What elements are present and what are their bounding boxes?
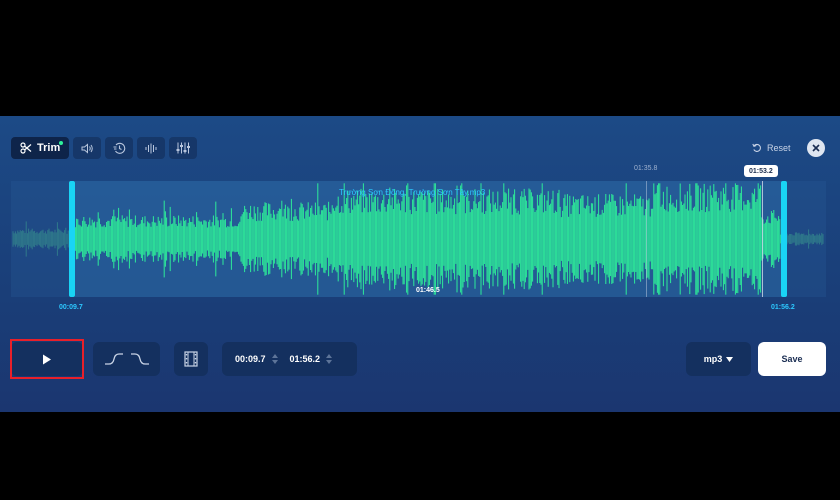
fade-controls [93, 342, 160, 376]
play-button-highlight [10, 339, 84, 379]
trim-time-inputs: 00:09.7 01:56.2 [222, 342, 357, 376]
split-button[interactable] [174, 342, 208, 376]
tool-trim[interactable]: Trim [11, 137, 70, 159]
volume-icon [81, 142, 93, 154]
file-name: Trường Sơn Đông, Trường Sơn Tây.mp3 [339, 188, 486, 197]
fade-out-icon[interactable] [130, 352, 150, 366]
end-time-label: 01:56.2 [771, 304, 795, 311]
format-value: mp3 [703, 354, 723, 364]
trim-start-handle[interactable] [69, 181, 75, 297]
tool-trim-label: Trim [37, 142, 61, 154]
film-strip-icon [184, 351, 198, 367]
active-dot [59, 141, 64, 145]
tool-equalizer[interactable] [137, 137, 166, 159]
selection-duration: 01:46.5 [416, 287, 440, 294]
close-button[interactable] [807, 139, 825, 157]
close-icon [812, 144, 820, 152]
reset-button[interactable]: Reset [752, 143, 791, 153]
waveform [12, 183, 824, 295]
cursor-time: 01:35.8 [634, 165, 658, 172]
start-time-label: 00:09.7 [59, 304, 83, 311]
start-time-stepper[interactable] [271, 354, 278, 364]
reset-label: Reset [767, 143, 791, 153]
end-down-arrow-icon[interactable] [326, 360, 333, 364]
end-time-input[interactable]: 01:56.2 [290, 354, 321, 364]
caret-down-icon [726, 356, 734, 362]
speed-icon [113, 142, 125, 154]
save-button[interactable]: Save [758, 342, 826, 376]
tool-mixer[interactable] [169, 137, 198, 159]
start-down-arrow-icon[interactable] [271, 360, 278, 364]
playhead-time-badge: 01:53.2 [744, 165, 778, 177]
waveform-track[interactable] [11, 181, 826, 297]
end-time-stepper[interactable] [326, 354, 333, 364]
waveform-bars [12, 183, 824, 295]
reset-icon [752, 143, 761, 152]
playhead-line[interactable] [762, 181, 763, 297]
scissors-icon [20, 142, 32, 154]
tool-speed[interactable] [105, 137, 134, 159]
fade-in-icon[interactable] [104, 352, 124, 366]
editor-toolbar: Trim [11, 137, 198, 159]
start-time-input[interactable]: 00:09.7 [235, 354, 266, 364]
mixer-sliders-icon [176, 142, 191, 154]
audio-cutter-app: Trim Reset Trường Sơn Đông, Trường Sơn T… [0, 116, 840, 412]
start-up-arrow-icon[interactable] [271, 354, 278, 358]
tool-volume[interactable] [73, 137, 102, 159]
format-dropdown[interactable]: mp3 [686, 342, 751, 376]
end-up-arrow-icon[interactable] [326, 354, 333, 358]
equalizer-waveform-icon [145, 143, 157, 153]
hover-cursor-line [646, 181, 647, 297]
trim-end-handle[interactable] [781, 181, 787, 297]
